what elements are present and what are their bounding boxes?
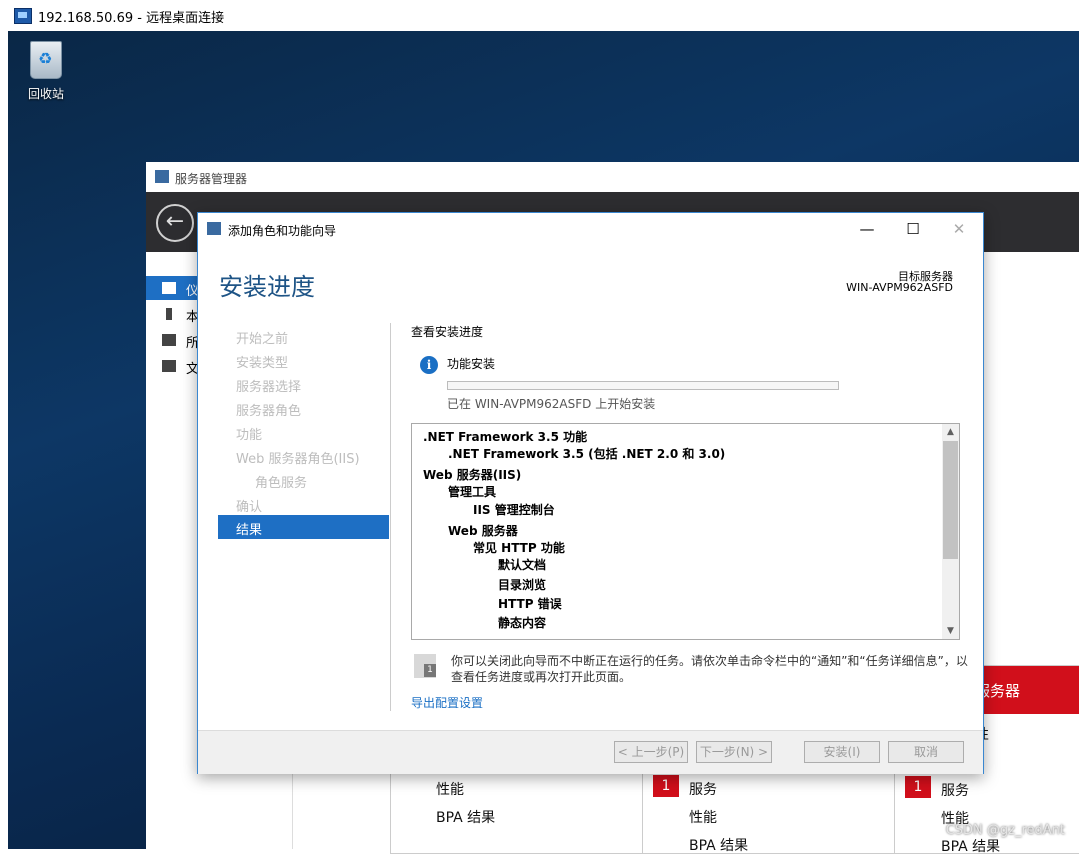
wizard-footer: < 上一步(P) 下一步(N) > 安装(I) 取消 bbox=[198, 730, 983, 774]
scrollbar-thumb[interactable] bbox=[943, 441, 958, 559]
step-results[interactable]: 结果 bbox=[218, 515, 389, 539]
wizard-note: 你可以关闭此向导而不中断正在运行的任务。请依次单击命令栏中的“通知”和“任务详细… bbox=[451, 654, 968, 684]
wizard-title-bar: 添加角色和功能向导 — ☐ ✕ bbox=[198, 213, 983, 245]
alert-count-badge: 1 bbox=[905, 776, 931, 798]
server-manager-title: 服务器管理器 bbox=[175, 172, 248, 186]
step-server-roles: 服务器角色 bbox=[236, 404, 302, 419]
divider bbox=[390, 323, 391, 711]
list-scrollbar[interactable]: ▲ ▼ bbox=[942, 424, 959, 639]
step-confirmation: 确认 bbox=[236, 500, 263, 515]
step-before-you-begin: 开始之前 bbox=[236, 332, 289, 347]
step-role-services: 角色服务 bbox=[255, 476, 308, 491]
notification-flag-icon: 1 bbox=[414, 654, 436, 678]
tile-bpa-label[interactable]: BPA 结果 bbox=[436, 807, 495, 827]
scroll-up-icon[interactable]: ▲ bbox=[942, 424, 959, 440]
target-server-name: WIN-AVPM962ASFD bbox=[846, 281, 953, 294]
info-icon: i bbox=[420, 356, 438, 374]
rdp-window-title: 192.168.50.69 - 远程桌面连接 bbox=[38, 11, 225, 26]
wizard-title: 添加角色和功能向导 bbox=[228, 224, 337, 238]
step-results-label: 结果 bbox=[236, 523, 263, 538]
recycle-bin-label: 回收站 bbox=[27, 87, 64, 101]
cancel-button[interactable]: 取消 bbox=[888, 741, 964, 763]
back-arrow-icon[interactable]: ← bbox=[156, 204, 194, 242]
server-icon bbox=[166, 308, 172, 320]
tile-2: 1 服务 性能 BPA 结果 bbox=[642, 772, 896, 854]
watermark: CSDN @gz_redAnt bbox=[945, 823, 1065, 838]
install-items-list[interactable]: .NET Framework 3.5 功能 .NET Framework 3.5… bbox=[411, 423, 960, 640]
rdp-title-bar: 192.168.50.69 - 远程桌面连接 bbox=[0, 0, 1079, 32]
alert-count-badge: 1 bbox=[653, 775, 679, 797]
feature-install-label: 功能安装 bbox=[447, 357, 496, 371]
list-item: .NET Framework 3.5 (包括 .NET 2.0 和 3.0) bbox=[448, 447, 726, 461]
install-status: 已在 WIN-AVPM962ASFD 上开始安装 bbox=[447, 397, 656, 411]
list-item: IIS 管理控制台 bbox=[473, 503, 555, 517]
list-item: .NET Framework 3.5 功能 bbox=[423, 430, 588, 444]
previous-button[interactable]: < 上一步(P) bbox=[614, 741, 688, 763]
list-item: 默认文档 bbox=[498, 558, 547, 572]
list-item: 管理工具 bbox=[448, 485, 497, 499]
list-item: 静态内容 bbox=[498, 616, 547, 630]
progress-bar bbox=[447, 381, 839, 390]
tile-perf-label[interactable]: 性能 bbox=[689, 807, 717, 827]
desktop-edge bbox=[0, 31, 8, 849]
tile-service-label[interactable]: 服务 bbox=[689, 779, 717, 799]
recycle-bin-icon bbox=[30, 41, 62, 79]
next-button[interactable]: 下一步(N) > bbox=[696, 741, 772, 763]
server-manager-icon bbox=[155, 170, 169, 183]
dashboard-icon bbox=[162, 282, 176, 294]
step-installation-type: 安装类型 bbox=[236, 356, 289, 371]
step-features: 功能 bbox=[236, 428, 263, 443]
list-item: HTTP 错误 bbox=[498, 597, 562, 611]
tile-service-label[interactable]: 服务 bbox=[941, 780, 969, 800]
wizard-icon bbox=[207, 222, 221, 235]
side-panel bbox=[983, 312, 1079, 592]
maximize-icon[interactable]: ☐ bbox=[890, 213, 936, 245]
install-button[interactable]: 安装(I) bbox=[804, 741, 880, 763]
page-heading: 安装进度 bbox=[219, 273, 315, 301]
server-manager-title-bar: 服务器管理器 bbox=[146, 162, 1079, 192]
step-web-server-role: Web 服务器角色(IIS) bbox=[236, 452, 360, 467]
tile-perf-label[interactable]: 性能 bbox=[436, 779, 464, 799]
list-item: 目录浏览 bbox=[498, 578, 547, 592]
tile-bpa-label[interactable]: BPA 结果 bbox=[689, 835, 748, 855]
notification-count: 1 bbox=[424, 664, 436, 677]
recycle-bin-shortcut[interactable]: 回收站 bbox=[24, 41, 68, 111]
file-services-icon bbox=[162, 360, 176, 372]
list-item: Web 服务器(IIS) bbox=[423, 468, 522, 482]
add-roles-wizard: 添加角色和功能向导 — ☐ ✕ 安装进度 目标服务器 WIN-AVPM962AS… bbox=[197, 212, 984, 774]
scroll-down-icon[interactable]: ▼ bbox=[942, 623, 959, 639]
list-item: 常见 HTTP 功能 bbox=[473, 541, 565, 555]
minimize-icon[interactable]: — bbox=[844, 213, 890, 245]
progress-title: 查看安装进度 bbox=[411, 325, 484, 339]
tile-1: 性能 BPA 结果 bbox=[390, 772, 644, 854]
export-config-link[interactable]: 导出配置设置 bbox=[411, 694, 483, 711]
step-server-selection: 服务器选择 bbox=[236, 380, 302, 395]
remote-desktop-icon bbox=[14, 8, 32, 24]
servers-icon bbox=[162, 334, 176, 346]
close-icon[interactable]: ✕ bbox=[936, 213, 982, 245]
tile-bpa-label[interactable]: BPA 结果 bbox=[941, 836, 1000, 856]
list-item: Web 服务器 bbox=[448, 524, 518, 538]
